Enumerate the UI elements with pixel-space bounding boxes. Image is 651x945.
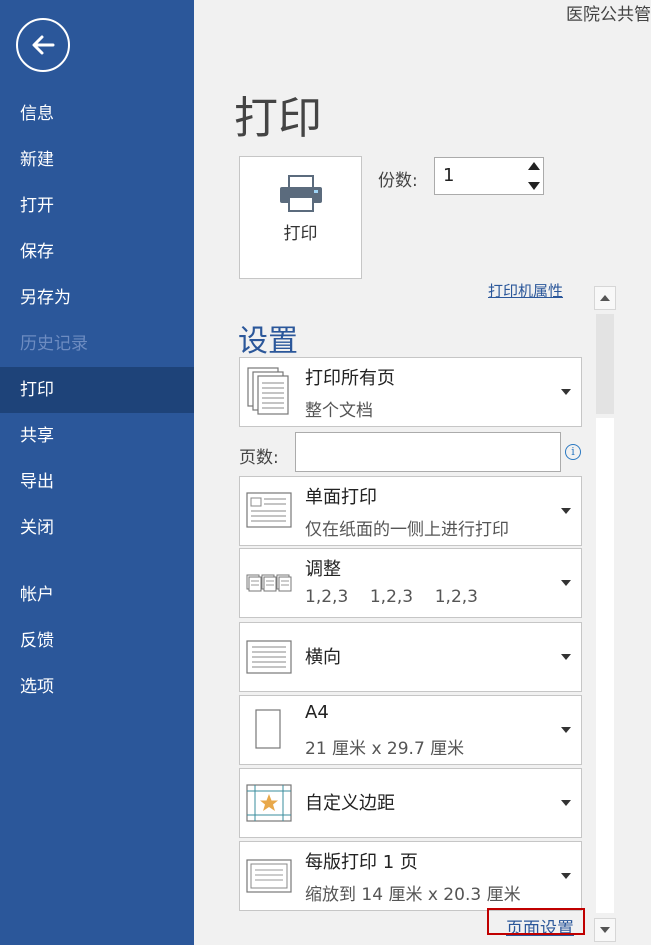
sidebar-item-close[interactable]: 关闭 <box>0 505 194 551</box>
printer-properties-link[interactable]: 打印机属性 <box>488 280 563 301</box>
back-arrow-icon <box>32 35 55 55</box>
sidebar-item-export[interactable]: 导出 <box>0 459 194 505</box>
pages-input[interactable] <box>295 432 561 472</box>
page-title: 打印 <box>234 93 322 144</box>
backstage-sidebar: 信息 新建 打开 保存 另存为 历史记录 打印 共享 导出 关闭 帐户 反馈 选… <box>0 0 194 945</box>
print-panel: 医院公共管 打印 打印 份数: 1 打印机属性 设置 打印所有页 整个文档 页数… <box>194 0 651 945</box>
paper-size-value: A4 <box>305 702 329 723</box>
sidebar-item-account[interactable]: 帐户 <box>0 572 194 618</box>
back-button[interactable] <box>16 18 70 72</box>
collate-icon <box>246 574 292 592</box>
custom-margins-icon <box>246 784 292 822</box>
spin-down-icon[interactable] <box>528 182 540 190</box>
landscape-icon <box>246 640 292 674</box>
sidebar-item-share[interactable]: 共享 <box>0 413 194 459</box>
paper-size-description: 21 厘米 x 29.7 厘米 <box>305 739 465 759</box>
settings-heading: 设置 <box>238 324 298 359</box>
print-sides-dropdown[interactable]: 单面打印 仅在纸面的一侧上进行打印 <box>239 476 582 546</box>
print-button-label: 打印 <box>283 224 318 244</box>
scroll-track[interactable] <box>596 418 614 913</box>
sidebar-item-history: 历史记录 <box>20 334 88 354</box>
copies-spinner[interactable]: 1 <box>434 157 544 195</box>
print-range-dropdown[interactable]: 打印所有页 整个文档 <box>239 357 582 427</box>
print-range-description: 整个文档 <box>305 401 373 421</box>
orientation-dropdown[interactable]: 横向 <box>239 622 582 692</box>
chevron-down-icon <box>561 873 571 879</box>
highlight-annotation <box>487 908 585 935</box>
printer-icon <box>280 175 322 212</box>
collate-value: 调整 <box>305 559 341 580</box>
chevron-down-icon <box>561 727 571 733</box>
scroll-up-icon[interactable] <box>594 286 616 310</box>
sidebar-item-save-as[interactable]: 另存为 <box>0 275 194 321</box>
sidebar-item-save[interactable]: 保存 <box>0 229 194 275</box>
collate-dropdown[interactable]: 调整 1,2,3 1,2,3 1,2,3 <box>239 548 582 618</box>
print-sides-value: 单面打印 <box>305 487 377 508</box>
sidebar-item-feedback[interactable]: 反馈 <box>0 618 194 664</box>
pages-label: 页数: <box>239 448 279 468</box>
chevron-down-icon <box>561 580 571 586</box>
pages-per-sheet-value: 每版打印 1 页 <box>305 852 418 873</box>
pages-per-sheet-icon <box>246 859 292 893</box>
chevron-down-icon <box>561 800 571 806</box>
document-title: 医院公共管 <box>566 5 651 25</box>
one-sided-icon <box>246 492 292 528</box>
sidebar-item-new[interactable]: 新建 <box>0 137 194 183</box>
scroll-thumb[interactable] <box>596 314 614 414</box>
pages-per-sheet-dropdown[interactable]: 每版打印 1 页 缩放到 14 厘米 x 20.3 厘米 <box>239 841 582 911</box>
paper-size-dropdown[interactable]: A4 21 厘米 x 29.7 厘米 <box>239 695 582 765</box>
sidebar-item-print[interactable]: 打印 <box>0 367 194 413</box>
sidebar-item-info[interactable]: 信息 <box>0 91 194 137</box>
pages-per-sheet-description: 缩放到 14 厘米 x 20.3 厘米 <box>305 885 521 905</box>
sidebar-item-options[interactable]: 选项 <box>0 664 194 710</box>
all-pages-icon <box>247 367 289 415</box>
spin-up-icon[interactable] <box>528 162 540 170</box>
print-range-value: 打印所有页 <box>305 368 395 389</box>
paper-size-icon <box>255 709 281 749</box>
print-sides-description: 仅在纸面的一侧上进行打印 <box>305 520 509 540</box>
orientation-value: 横向 <box>305 647 341 668</box>
chevron-down-icon <box>561 508 571 514</box>
collate-description: 1,2,3 1,2,3 1,2,3 <box>305 587 478 607</box>
chevron-down-icon <box>561 389 571 395</box>
copies-label: 份数: <box>378 171 418 191</box>
margins-value: 自定义边距 <box>305 793 395 814</box>
copies-value[interactable]: 1 <box>443 165 454 186</box>
scroll-down-icon[interactable] <box>594 918 616 942</box>
info-icon[interactable]: i <box>565 444 581 460</box>
chevron-down-icon <box>561 654 571 660</box>
margins-dropdown[interactable]: 自定义边距 <box>239 768 582 838</box>
print-button[interactable]: 打印 <box>239 156 362 279</box>
settings-scrollbar[interactable] <box>594 286 616 943</box>
sidebar-item-open[interactable]: 打开 <box>0 183 194 229</box>
